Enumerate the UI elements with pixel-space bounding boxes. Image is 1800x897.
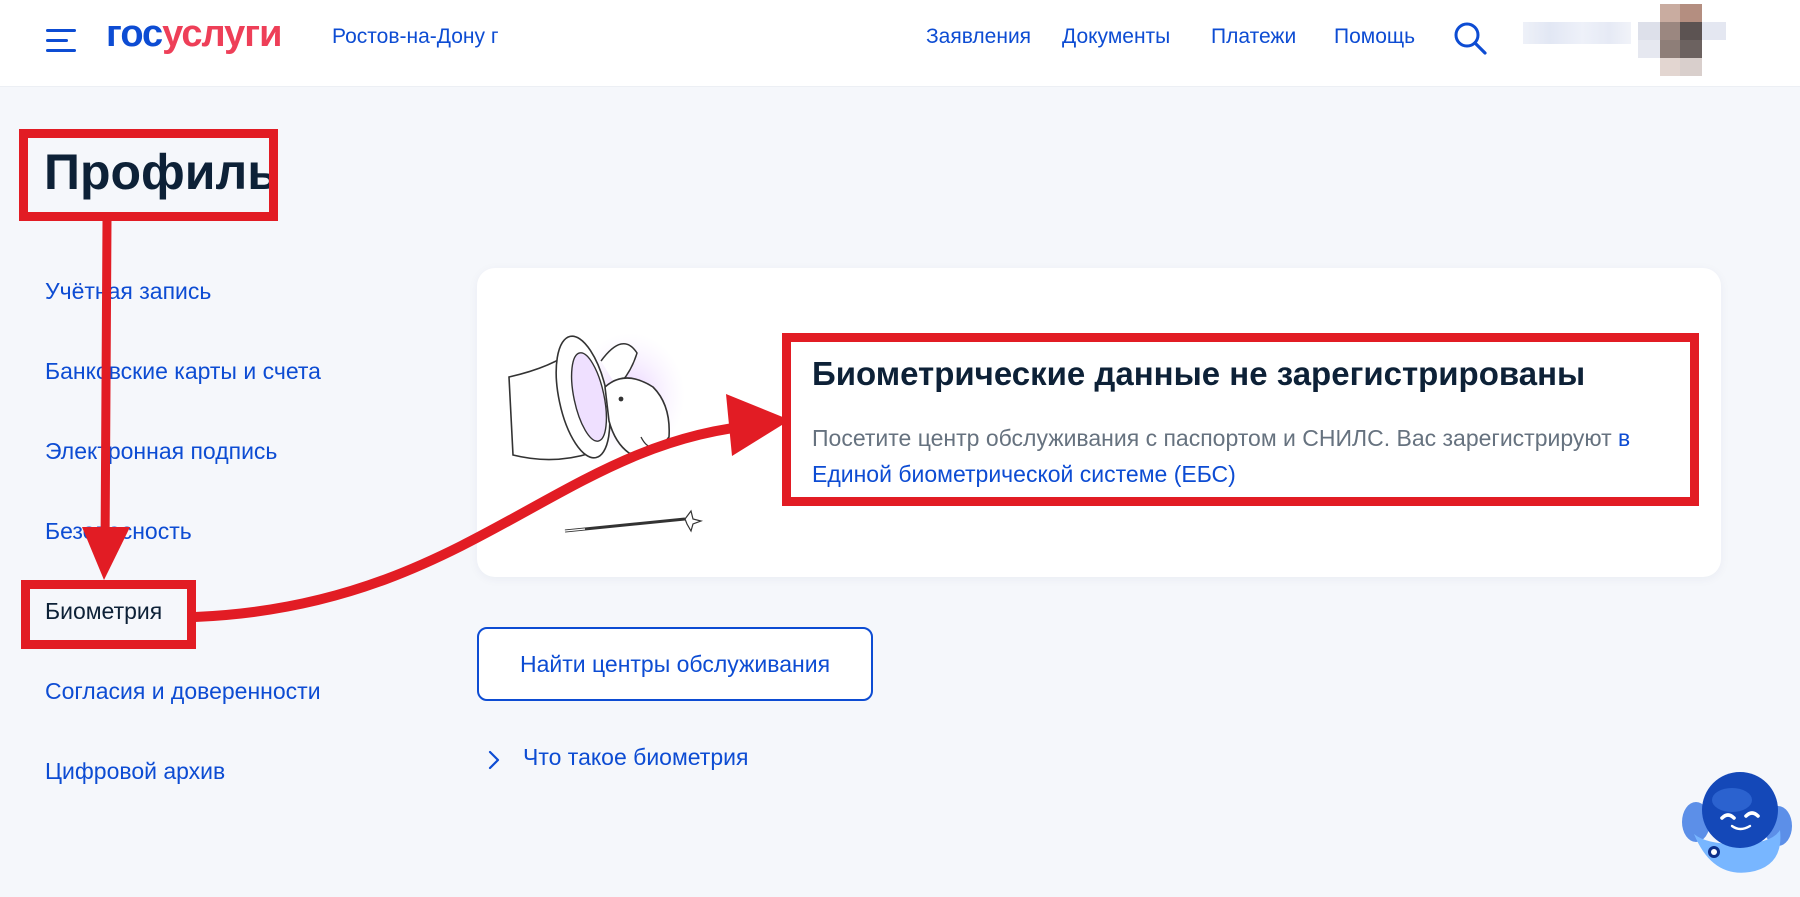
- search-icon[interactable]: [1452, 20, 1488, 56]
- nav-documents[interactable]: Документы: [1062, 25, 1170, 49]
- robot-assistant-icon[interactable]: [1676, 768, 1794, 878]
- avatar[interactable]: [1638, 4, 1728, 76]
- nav-payments[interactable]: Платежи: [1211, 25, 1296, 49]
- card-description-text: Посетите центр обслуживания с паспортом …: [812, 425, 1619, 451]
- card-title: Биометрические данные не зарегистрирован…: [812, 355, 1586, 392]
- what-is-biometrics-label: Что такое биометрия: [523, 744, 749, 770]
- hamburger-menu-icon[interactable]: [46, 27, 78, 53]
- magic-hat-illustration: [508, 333, 704, 533]
- sidebar-item-consents[interactable]: Согласия и доверенности: [45, 678, 321, 705]
- logo-part-uslugi: услуги: [162, 13, 282, 55]
- arrow-profile-to-biometrics: [100, 216, 112, 557]
- logo-part-gos: гос: [106, 13, 163, 55]
- top-header: госуслуги Ростов-на-Дону г Заявления Док…: [0, 0, 1800, 87]
- card-description: Посетите центр обслуживания с паспортом …: [812, 420, 1662, 492]
- nav-help[interactable]: Помощь: [1334, 25, 1415, 49]
- sidebar-item-account[interactable]: Учётная запись: [45, 278, 211, 305]
- page-title: Профиль: [44, 144, 279, 200]
- find-service-centers-button[interactable]: Найти центры обслуживания: [477, 627, 873, 701]
- sidebar-item-e-signature[interactable]: Электронная подпись: [45, 438, 277, 465]
- sidebar-item-biometrics[interactable]: Биометрия: [45, 598, 162, 625]
- gosuslugi-logo[interactable]: госуслуги: [106, 13, 282, 56]
- nav-applications[interactable]: Заявления: [926, 25, 1031, 49]
- user-name-blurred[interactable]: [1523, 22, 1631, 44]
- sidebar-item-bank-cards[interactable]: Банковские карты и счета: [45, 358, 321, 385]
- chevron-right-icon: [488, 750, 500, 770]
- city-selector[interactable]: Ростов-на-Дону г: [332, 25, 498, 49]
- sidebar-item-security[interactable]: Безопасность: [45, 518, 192, 545]
- sidebar-item-digital-archive[interactable]: Цифровой архив: [45, 758, 225, 785]
